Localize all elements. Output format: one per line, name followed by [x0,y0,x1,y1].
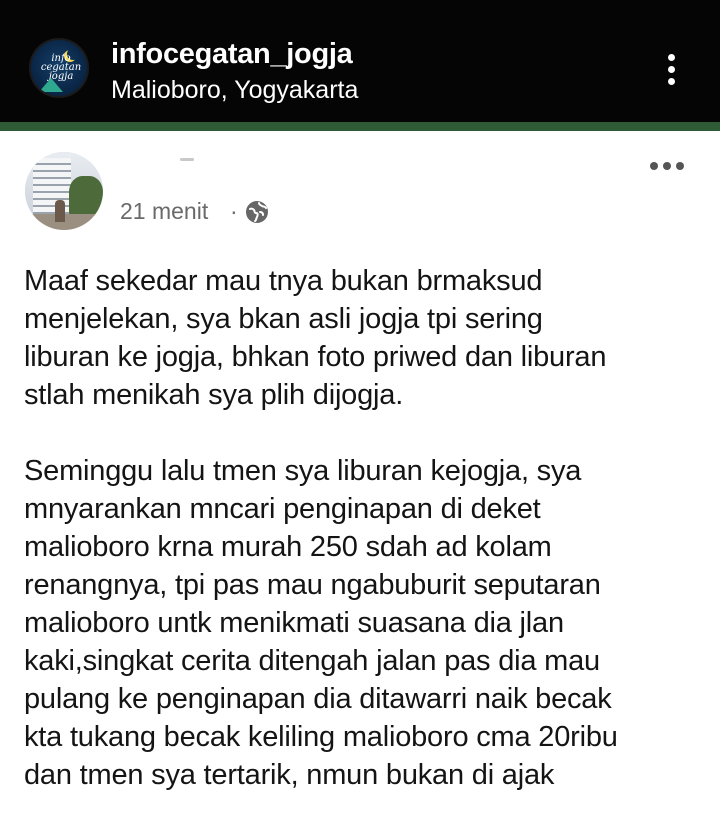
text-line: malioboro untk menikmati suasana dia jla… [24,607,564,639]
app-header: info cegatan jogja infocegatan_jogja Mal… [0,0,720,122]
globe-icon [246,201,268,223]
horizontal-dots-icon[interactable] [646,156,686,176]
text-line: Maaf sekedar mau tnya bukan brmaksud [24,265,543,297]
post-author-avatar[interactable] [25,152,103,230]
account-logo-text: info cegatan jogja [40,53,82,82]
text-line: pulang ke penginapan dia ditawarri naik … [24,683,612,715]
post-text: Maaf sekedar mau tnya bukan brmaksud men… [24,262,714,794]
text-line: menjelekan, sya bkan asli jogja tpi seri… [24,303,543,335]
tent-icon [39,78,63,92]
text-line: malioboro krna murah 250 sdah ad kolam [24,531,552,563]
text-line: dan tmen sya tertarik, nmun bukan di aja… [24,759,555,791]
text-line: kaki,singkat cerita ditengah jalan pas d… [24,645,600,677]
accent-bar [0,122,720,131]
account-avatar[interactable]: info cegatan jogja [29,38,89,98]
vertical-dots-icon[interactable] [656,50,686,90]
location-label[interactable]: Malioboro, Yogyakarta [111,76,358,105]
text-line: Seminggu lalu tmen sya liburan kejogja, … [24,455,582,487]
meta-separator: · [230,198,238,224]
text-line: liburan ke jogja, bhkan foto priwed dan … [24,341,607,373]
text-line: mnyarankan mncari penginapan di deket [24,493,541,525]
post-timestamp[interactable]: 21 menit [120,198,208,225]
text-line: kta tukang becak keliling malioboro cma … [24,721,618,753]
text-line: renangnya, tpi pas mau ngabuburit seputa… [24,569,601,601]
obscured-author-name [180,158,194,161]
text-line: stlah menikah sya plih dijogja. [24,379,404,411]
account-name[interactable]: infocegatan_jogja [111,38,353,71]
